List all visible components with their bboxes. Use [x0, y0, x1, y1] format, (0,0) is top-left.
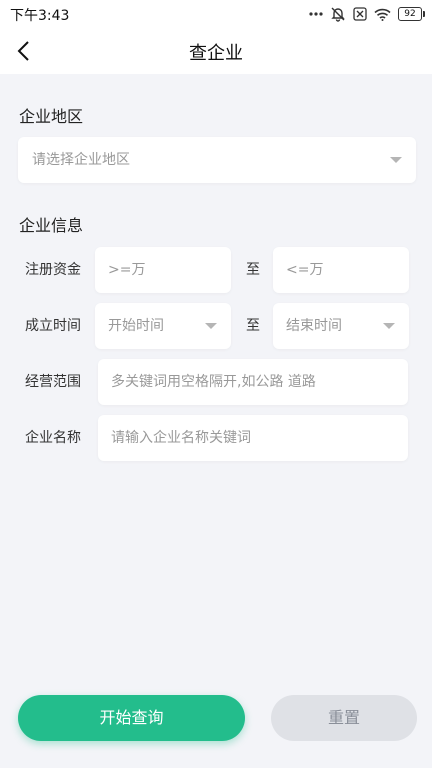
capital-to-label: 至	[246, 262, 260, 278]
info-section-title: 企业信息	[19, 216, 84, 235]
scope-label: 经营范围	[25, 374, 81, 390]
status-bar: 下午3:43 92	[0, 0, 432, 28]
status-icons: 92	[309, 5, 425, 23]
battery-icon: 92	[398, 7, 425, 21]
region-select[interactable]: 请选择企业地区	[18, 137, 416, 183]
sim-blocked-icon	[353, 7, 367, 21]
scope-input[interactable]: 多关键词用空格隔开,如公路 道路	[98, 359, 408, 405]
founded-end-placeholder: 结束时间	[286, 318, 342, 334]
search-button[interactable]: 开始查询	[18, 695, 245, 741]
page-title: 查企业	[189, 43, 243, 64]
status-time: 下午3:43	[10, 8, 70, 24]
company-name-input[interactable]: 请输入企业名称关键词	[98, 415, 408, 461]
founded-end-select[interactable]: 结束时间	[273, 303, 409, 349]
mute-bell-icon	[331, 7, 345, 22]
region-select-placeholder: 请选择企业地区	[32, 152, 130, 168]
dropdown-caret-icon	[383, 323, 395, 329]
wifi-icon	[374, 8, 391, 21]
region-section-title: 企业地区	[19, 107, 84, 126]
founded-start-placeholder: 开始时间	[108, 318, 164, 334]
capital-min-placeholder: >=万	[108, 262, 146, 278]
capital-label: 注册资金	[25, 262, 81, 278]
founded-label: 成立时间	[25, 318, 81, 334]
nav-bar: 查企业	[0, 28, 432, 74]
dropdown-caret-icon	[205, 323, 217, 329]
dropdown-caret-icon	[390, 157, 402, 163]
scope-placeholder: 多关键词用空格隔开,如公路 道路	[111, 374, 316, 390]
more-dots-icon	[309, 12, 323, 16]
reset-button[interactable]: 重置	[271, 695, 417, 741]
company-name-placeholder: 请输入企业名称关键词	[111, 430, 251, 446]
capital-min-input[interactable]: >=万	[95, 247, 231, 293]
founded-start-select[interactable]: 开始时间	[95, 303, 231, 349]
capital-max-input[interactable]: <=万	[273, 247, 409, 293]
capital-max-placeholder: <=万	[286, 262, 324, 278]
founded-to-label: 至	[246, 318, 260, 334]
company-name-label: 企业名称	[25, 430, 81, 446]
